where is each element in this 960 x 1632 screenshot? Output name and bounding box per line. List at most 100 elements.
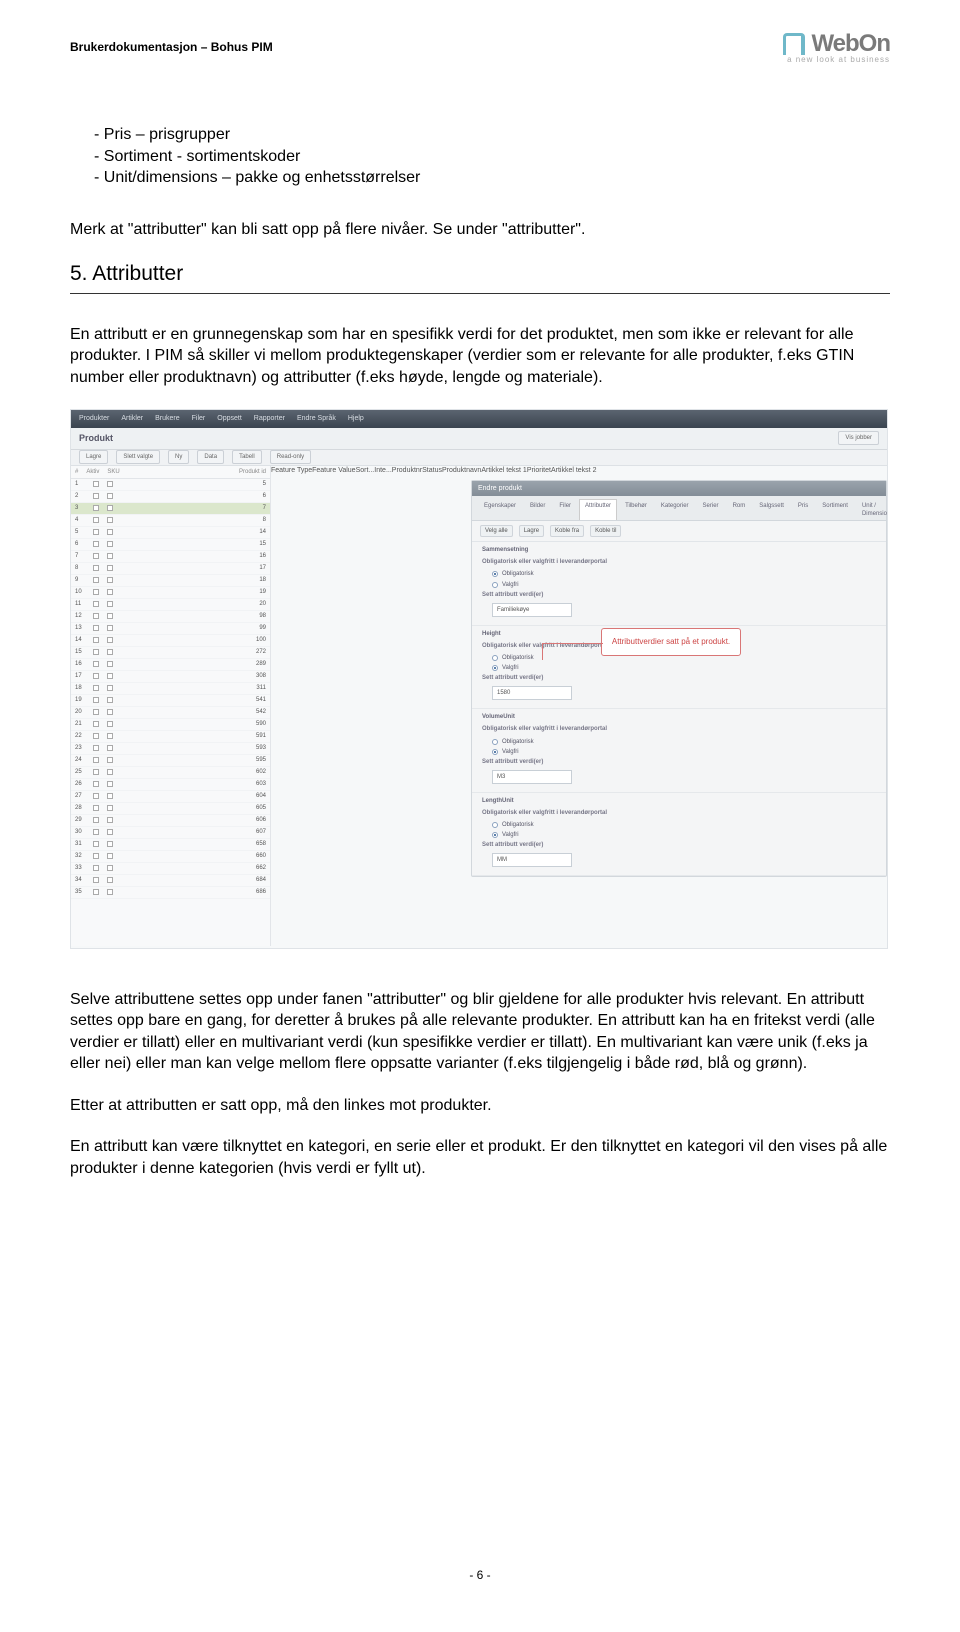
table-row[interactable]: 32660 [71, 851, 270, 863]
right-panel: Feature TypeFeature ValueSort...Inte...P… [271, 466, 887, 946]
panel-tab[interactable]: Unit / Dimension [856, 499, 888, 520]
table-row[interactable]: 22591 [71, 731, 270, 743]
table-row[interactable]: 15272 [71, 647, 270, 659]
panel-tool-button[interactable]: Velg alle [480, 525, 513, 537]
table-row[interactable]: 16289 [71, 659, 270, 671]
view-header: Produkt Vis jobber [71, 428, 887, 450]
toolbar-button[interactable]: Slett valgte [116, 450, 160, 464]
table-row[interactable]: 23593 [71, 743, 270, 755]
menu-item[interactable]: Oppsett [217, 414, 242, 424]
table-row[interactable]: 1399 [71, 623, 270, 635]
table-row[interactable]: 34684 [71, 875, 270, 887]
bullet-list: Pris – prisgrupper Sortiment - sortiment… [70, 124, 890, 189]
menu-item[interactable]: Produkter [79, 414, 109, 424]
callout: Attributtverdier satt på et produkt. [601, 628, 741, 656]
panel-title: Endre produkt [472, 481, 886, 496]
bullet-item: Sortiment - sortimentskoder [110, 146, 890, 168]
panel-tab[interactable]: Pris [792, 499, 814, 520]
panel-tool-button[interactable]: Lagre [519, 525, 544, 537]
menu-item[interactable]: Brukere [155, 414, 180, 424]
menu-item[interactable]: Filer [192, 414, 206, 424]
table-row[interactable]: 33662 [71, 863, 270, 875]
attr-input[interactable]: Familiekøye [492, 603, 572, 617]
panel-tools: Velg alle Lagre Koble fra Koble til [472, 521, 886, 542]
left-table: #AktivSKUProdukt id 15263748514615716817… [71, 466, 271, 946]
panel-tab[interactable]: Sortiment [816, 499, 854, 520]
table-row[interactable]: 28605 [71, 803, 270, 815]
table-row[interactable]: 817 [71, 563, 270, 575]
table-row[interactable]: 19541 [71, 695, 270, 707]
table-row[interactable]: 716 [71, 551, 270, 563]
table-row[interactable]: 27604 [71, 791, 270, 803]
table-row[interactable]: 15 [71, 479, 270, 491]
table-row[interactable]: 26 [71, 491, 270, 503]
after-p1: Selve attributtene settes opp under fane… [70, 989, 890, 1075]
panel-sec-sammensetning: Sammensetning Obligatorisk eller valgfri… [472, 542, 886, 626]
table-row[interactable]: 48 [71, 515, 270, 527]
table-row[interactable]: 14100 [71, 635, 270, 647]
panel-tab[interactable]: Attributter [579, 499, 617, 520]
table-row[interactable]: 17308 [71, 671, 270, 683]
table-row[interactable]: 31658 [71, 839, 270, 851]
table-row[interactable]: 25602 [71, 767, 270, 779]
menu-item[interactable]: Hjelp [348, 414, 364, 424]
doc-title: Brukerdokumentasjon – Bohus PIM [70, 40, 273, 54]
table-row[interactable]: 918 [71, 575, 270, 587]
radio-icon [492, 832, 498, 838]
panel-sec-volumeunit: VolumeUnit Obligatorisk eller valgfritt … [472, 709, 886, 793]
panel-tab[interactable]: Bilder [524, 499, 551, 520]
toolbar-button[interactable]: Read-only [270, 450, 311, 464]
attr-input[interactable]: M3 [492, 770, 572, 784]
toolbar-button[interactable]: Data [197, 450, 224, 464]
toolbar-button[interactable]: Tabell [232, 450, 262, 464]
panel-tab[interactable]: Serier [697, 499, 725, 520]
page-number: - 6 - [0, 1568, 960, 1582]
menu-item[interactable]: Endre Språk [297, 414, 336, 424]
radio-icon [492, 749, 498, 755]
vis-jobber-button[interactable]: Vis jobber [838, 431, 879, 445]
attr-input[interactable]: 1580 [492, 686, 572, 700]
logo: WebOn a new look at business [783, 30, 890, 64]
panel-tool-button[interactable]: Koble fra [550, 525, 584, 537]
table-row[interactable]: 24595 [71, 755, 270, 767]
radio-icon [492, 822, 498, 828]
toolbar-button[interactable]: Lagre [79, 450, 108, 464]
after-p2: Etter at attributten er satt opp, må den… [70, 1095, 890, 1117]
logo-icon [783, 33, 805, 55]
section-title: 5. Attributter [70, 260, 890, 293]
radio-icon [492, 571, 498, 577]
panel-tab[interactable]: Tilbehør [619, 499, 653, 520]
panel-tab[interactable]: Egenskaper [478, 499, 522, 520]
table-row[interactable]: 30607 [71, 827, 270, 839]
menu-item[interactable]: Artikler [121, 414, 143, 424]
panel-tab[interactable]: Kategorier [655, 499, 695, 520]
table-row[interactable]: 18311 [71, 683, 270, 695]
toolbar-button[interactable]: Ny [168, 450, 189, 464]
panel-tab[interactable]: Rom [727, 499, 752, 520]
table-row[interactable]: 35686 [71, 887, 270, 899]
table-row[interactable]: 514 [71, 527, 270, 539]
table-row[interactable]: 1120 [71, 599, 270, 611]
attr-input[interactable]: MM [492, 853, 572, 867]
panel-tab[interactable]: Filer [553, 499, 577, 520]
section-p1: En attributt er en grunnegenskap som har… [70, 324, 890, 389]
view-title: Produkt [79, 432, 113, 444]
logo-tagline: a new look at business [783, 55, 890, 64]
table-row[interactable]: 1019 [71, 587, 270, 599]
table-row[interactable]: 21590 [71, 719, 270, 731]
table-row[interactable]: 37 [71, 503, 270, 515]
menubar: Produkter Artikler Brukere Filer Oppsett Rapp… [71, 410, 887, 428]
table-row[interactable]: 20542 [71, 707, 270, 719]
intro-note: Merk at "attributter" kan bli satt opp p… [70, 219, 890, 241]
page-header: Brukerdokumentasjon – Bohus PIM WebOn a … [70, 30, 890, 64]
radio-icon [492, 739, 498, 745]
table-row[interactable]: 29606 [71, 815, 270, 827]
screenshot-mock: Produkter Artikler Brukere Filer Oppsett Rapp… [70, 409, 888, 949]
radio-icon [492, 582, 498, 588]
panel-tab[interactable]: Salgssett [753, 499, 790, 520]
table-row[interactable]: 1298 [71, 611, 270, 623]
table-row[interactable]: 615 [71, 539, 270, 551]
menu-item[interactable]: Rapporter [254, 414, 285, 424]
panel-tool-button[interactable]: Koble til [590, 525, 621, 537]
table-row[interactable]: 26603 [71, 779, 270, 791]
